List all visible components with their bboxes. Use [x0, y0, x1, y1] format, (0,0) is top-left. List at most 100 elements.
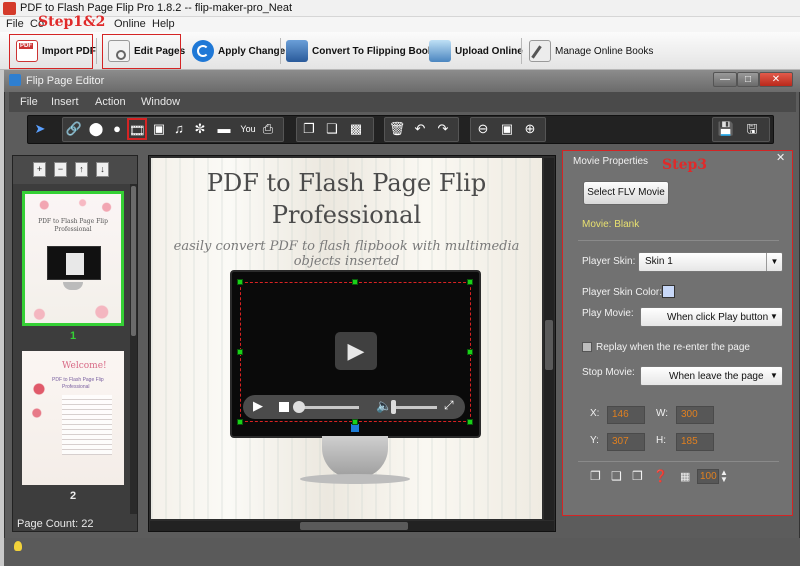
play-movie-select[interactable]: When click Play button ▼	[640, 307, 783, 327]
manage-online-books-label: Manage Online Books	[555, 45, 654, 57]
player-skin-value: Skin 1	[645, 256, 673, 267]
bring-forward-icon[interactable]: ❑	[611, 469, 622, 483]
x-input[interactable]: 146	[607, 406, 645, 424]
copy-icon[interactable]: ❐	[299, 118, 319, 140]
zoom-in-icon[interactable]: ⊕	[520, 118, 540, 140]
opacity-stepper[interactable]: ▲ ▼	[720, 469, 728, 484]
page-number-1: 1	[69, 330, 77, 342]
paste-icon[interactable]: ❑	[322, 118, 342, 140]
resize-handle[interactable]	[352, 419, 358, 425]
play-movie-value: When click Play button	[667, 312, 769, 323]
resize-handle[interactable]	[352, 279, 358, 285]
maximize-button[interactable]: □	[737, 72, 759, 87]
minimize-button[interactable]: —	[713, 72, 737, 87]
canvas-horizontal-scrollbar-thumb[interactable]	[300, 522, 408, 530]
shape-icon[interactable]: ⬤	[86, 118, 106, 140]
opacity-input[interactable]: 100	[697, 469, 719, 484]
width-input[interactable]: 300	[676, 406, 714, 424]
player-skin-select[interactable]: Skin 1 ▼	[638, 252, 783, 272]
chevron-down-icon: ▼	[770, 312, 778, 321]
print-icon[interactable]: ⎙	[258, 118, 278, 140]
delete-page-icon[interactable]: −	[54, 162, 67, 177]
menu-online[interactable]: Online	[114, 18, 146, 30]
skin-color-swatch[interactable]	[662, 285, 675, 298]
resize-handle[interactable]	[467, 419, 473, 425]
editor-menu-insert[interactable]: Insert	[51, 96, 79, 108]
upload-online-button[interactable]: Upload Online	[429, 36, 523, 66]
apply-change-label: Apply Change	[218, 45, 286, 57]
apply-change-button[interactable]: Apply Change	[192, 36, 285, 66]
pages-scrollbar-thumb[interactable]	[131, 186, 136, 336]
fit-page-icon[interactable]: ▣	[497, 118, 517, 140]
menu-file[interactable]: File	[6, 18, 24, 30]
manage-online-books-button[interactable]: Manage Online Books	[529, 36, 653, 66]
music-icon[interactable]: ♫	[169, 118, 189, 140]
page-thumbnail[interactable]: PDF to Flash Page Flip Professional	[22, 191, 124, 326]
send-backward-icon[interactable]: ❒	[632, 469, 643, 483]
canvas-title: PDF to Flash Page Flip Professional	[151, 167, 542, 231]
editor-menu-action[interactable]: Action	[95, 96, 126, 108]
callout-icon[interactable]: ●	[107, 118, 127, 140]
y-label: Y:	[590, 435, 599, 446]
resize-handle[interactable]	[237, 419, 243, 425]
save-icon[interactable]: 💾	[716, 118, 736, 140]
chevron-down-icon: ▼	[766, 253, 782, 271]
app-icon	[3, 2, 16, 15]
h-label: H:	[656, 435, 666, 446]
canvas-vertical-scrollbar-thumb[interactable]	[545, 320, 553, 370]
y-input[interactable]: 307	[607, 433, 645, 451]
resize-handle[interactable]	[237, 279, 243, 285]
redo-icon[interactable]: ↷	[433, 118, 453, 140]
send-to-back-icon[interactable]: ❓	[653, 469, 668, 483]
button-icon[interactable]: ▬	[211, 118, 237, 140]
thumb2-line1: PDF to Flash Page Flip	[52, 377, 104, 383]
flash-icon[interactable]: ✼	[190, 118, 210, 140]
canvas-title-line1: PDF to Flash Page Flip	[206, 169, 487, 197]
editor-menu-window[interactable]: Window	[141, 96, 180, 108]
align-icon[interactable]: ▩	[346, 118, 366, 140]
youtube-icon[interactable]: You	[238, 118, 258, 140]
page-thumbnail[interactable]: Welcome! PDF to Flash Page Flip Professi…	[22, 351, 124, 485]
editor-menu-file[interactable]: File	[20, 96, 38, 108]
save-as-icon[interactable]: 🖫	[742, 118, 762, 140]
refresh-icon	[192, 40, 214, 62]
select-flv-movie-button[interactable]: Select FLV Movie	[583, 181, 669, 205]
undo-icon[interactable]: ↶	[410, 118, 430, 140]
step1-highlight	[9, 34, 93, 69]
resize-handle[interactable]	[467, 279, 473, 285]
stop-movie-label: Stop Movie:	[582, 367, 635, 378]
upload-online-label: Upload Online	[455, 45, 523, 57]
convert-button[interactable]: Convert To Flipping Book	[286, 36, 433, 66]
resize-handle[interactable]	[237, 349, 243, 355]
add-page-icon[interactable]: +	[33, 162, 46, 177]
replay-label: Replay when the re-enter the page	[596, 342, 750, 353]
opacity-icon: ▦	[680, 471, 691, 483]
toolbar-separator	[280, 38, 281, 64]
movie-icon[interactable]: 🎞	[127, 118, 147, 140]
bring-to-front-icon[interactable]: ❐	[590, 469, 601, 483]
divider	[578, 461, 779, 462]
editor-title-bar	[4, 70, 800, 92]
height-input[interactable]: 185	[676, 433, 714, 451]
toolbar-separator	[521, 38, 522, 64]
link-icon[interactable]: 🔗	[64, 118, 84, 140]
move-down-icon[interactable]: ↓	[96, 162, 109, 177]
app-window: PDF to Flash Page Flip Pro 1.8.2 -- flip…	[0, 0, 800, 566]
replay-checkbox[interactable]	[582, 342, 592, 352]
resize-handle[interactable]	[467, 349, 473, 355]
trash-icon[interactable]: 🗑	[387, 118, 407, 140]
menu-help[interactable]: Help	[152, 18, 175, 30]
move-up-icon[interactable]: ↑	[75, 162, 88, 177]
stop-movie-select[interactable]: When leave the page ▼	[640, 366, 783, 386]
movie-selection-box[interactable]	[240, 282, 471, 422]
close-panel-icon[interactable]: ✕	[776, 151, 785, 164]
page-count: Page Count: 22	[17, 518, 94, 530]
skin-color-label: Player Skin Color:	[582, 287, 663, 298]
close-window-button[interactable]: ✕	[759, 72, 793, 87]
zoom-out-icon[interactable]: ⊖	[473, 118, 493, 140]
upload-icon	[429, 40, 451, 62]
image-icon[interactable]: ▣	[149, 118, 169, 140]
editor-app-icon	[9, 74, 21, 86]
properties-title: Movie Properties	[573, 156, 649, 167]
select-arrow-icon[interactable]: ➤	[30, 118, 50, 140]
